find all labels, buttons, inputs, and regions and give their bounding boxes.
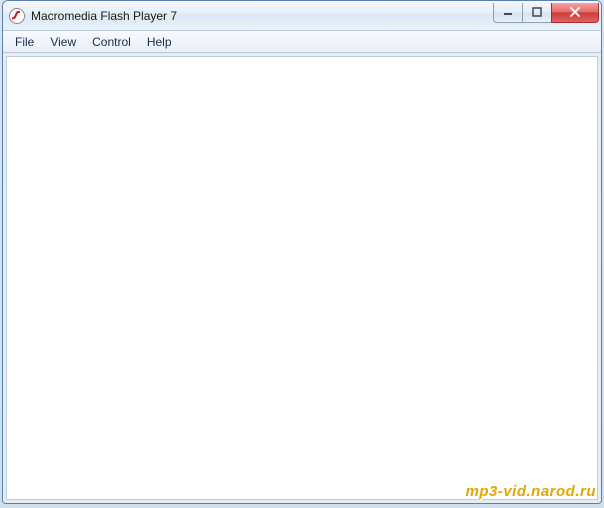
- window-controls: [494, 3, 599, 23]
- menu-help[interactable]: Help: [139, 33, 180, 51]
- menu-view[interactable]: View: [42, 33, 84, 51]
- menu-control[interactable]: Control: [84, 33, 139, 51]
- menubar: File View Control Help: [3, 31, 601, 53]
- titlebar[interactable]: Macromedia Flash Player 7: [3, 1, 601, 31]
- maximize-button[interactable]: [522, 3, 552, 23]
- close-button[interactable]: [551, 3, 599, 23]
- flash-player-icon: [9, 8, 25, 24]
- menu-file[interactable]: File: [7, 33, 42, 51]
- app-window: Macromedia Flash Player 7 File View Cont…: [2, 0, 602, 504]
- content-border: [3, 53, 601, 503]
- window-title: Macromedia Flash Player 7: [31, 9, 494, 23]
- stage-area: [6, 56, 598, 500]
- minimize-button[interactable]: [493, 3, 523, 23]
